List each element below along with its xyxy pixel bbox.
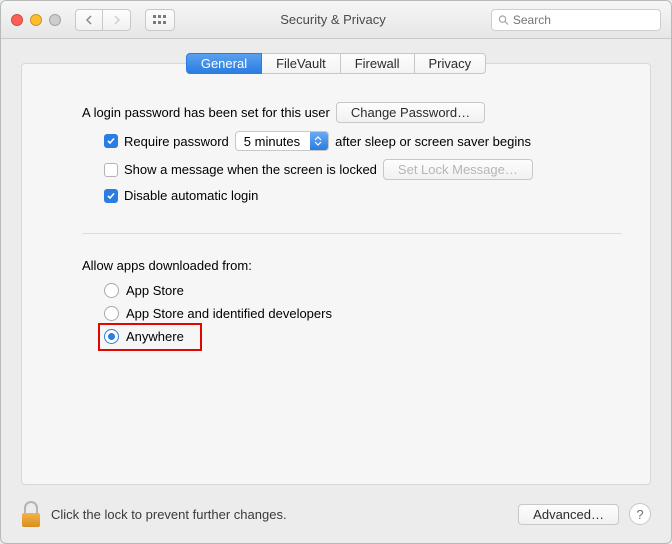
set-lock-message-button: Set Lock Message… [383, 159, 533, 180]
window-title: Security & Privacy [183, 12, 483, 27]
gatekeeper-label: Allow apps downloaded from: [82, 258, 622, 273]
show-message-row: Show a message when the screen is locked… [104, 159, 622, 180]
chevron-left-icon [85, 15, 93, 25]
chevron-right-icon [113, 15, 121, 25]
disable-auto-login-checkbox[interactable] [104, 189, 118, 203]
body: General FileVault Firewall Privacy A log… [1, 39, 671, 543]
minimize-icon[interactable] [30, 14, 42, 26]
tab-firewall[interactable]: Firewall [341, 53, 415, 74]
tab-general[interactable]: General [186, 53, 262, 74]
radio-identified[interactable] [104, 306, 119, 321]
lock-body-icon [22, 513, 40, 527]
divider [82, 233, 622, 234]
check-icon [106, 191, 116, 201]
radio-anywhere[interactable] [104, 329, 119, 344]
close-icon[interactable] [11, 14, 23, 26]
show-message-checkbox[interactable] [104, 163, 118, 177]
main-panel: General FileVault Firewall Privacy A log… [21, 63, 651, 485]
radio-appstore[interactable] [104, 283, 119, 298]
disable-auto-login-label: Disable automatic login [124, 188, 258, 203]
require-password-label: Require password [124, 134, 229, 149]
search-icon [498, 14, 509, 26]
tab-privacy[interactable]: Privacy [415, 53, 487, 74]
option-appstore-label: App Store [126, 283, 184, 298]
forward-button[interactable] [103, 9, 131, 31]
option-anywhere-label: Anywhere [126, 329, 184, 344]
search-input[interactable] [491, 9, 661, 31]
back-button[interactable] [75, 9, 103, 31]
window-controls [11, 14, 61, 26]
security-privacy-window: Security & Privacy General FileVault Fir… [0, 0, 672, 544]
change-password-button[interactable]: Change Password… [336, 102, 485, 123]
option-identified[interactable]: App Store and identified developers [104, 306, 622, 321]
option-identified-label: App Store and identified developers [126, 306, 332, 321]
disable-auto-login-row: Disable automatic login [104, 188, 622, 203]
gatekeeper-options: App Store App Store and identified devel… [104, 283, 622, 344]
nav-back-forward [75, 9, 131, 31]
lock-button[interactable] [21, 501, 41, 527]
password-intro-text: A login password has been set for this u… [82, 105, 330, 120]
updown-icon [310, 132, 328, 150]
tab-bar: General FileVault Firewall Privacy [22, 53, 650, 74]
footer: Click the lock to prevent further change… [1, 485, 671, 543]
lock-hint-text: Click the lock to prevent further change… [51, 507, 508, 522]
require-delay-select[interactable]: 5 minutes [235, 131, 329, 151]
help-button[interactable]: ? [629, 503, 651, 525]
option-anywhere[interactable]: Anywhere [104, 329, 622, 344]
check-icon [106, 136, 116, 146]
search-field[interactable] [513, 13, 654, 27]
require-password-row: Require password 5 minutes after sleep o… [104, 131, 622, 151]
general-content: A login password has been set for this u… [22, 74, 650, 354]
show-all-button[interactable] [145, 9, 175, 31]
show-message-label: Show a message when the screen is locked [124, 162, 377, 177]
titlebar: Security & Privacy [1, 1, 671, 39]
grid-icon [153, 15, 167, 25]
zoom-icon[interactable] [49, 14, 61, 26]
require-password-checkbox[interactable] [104, 134, 118, 148]
option-appstore[interactable]: App Store [104, 283, 622, 298]
password-intro-row: A login password has been set for this u… [82, 102, 622, 123]
require-delay-value: 5 minutes [236, 133, 310, 150]
tab-filevault[interactable]: FileVault [262, 53, 341, 74]
advanced-button[interactable]: Advanced… [518, 504, 619, 525]
require-password-suffix: after sleep or screen saver begins [335, 134, 531, 149]
